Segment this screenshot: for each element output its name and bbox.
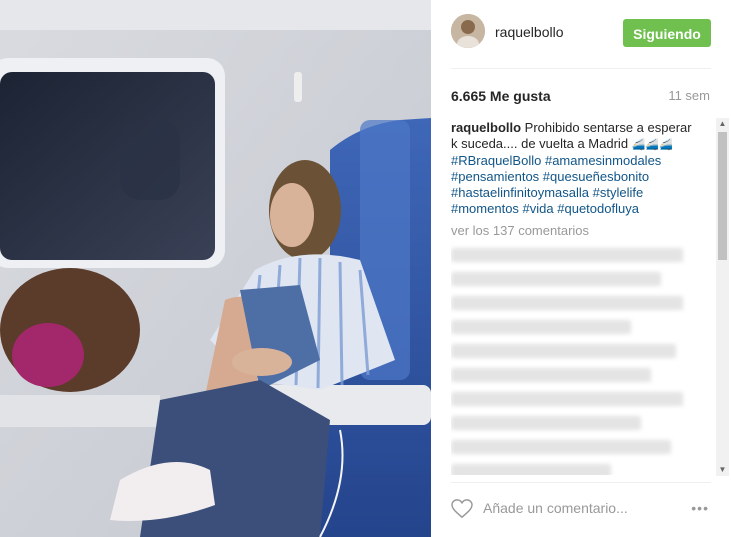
post-header: raquelbollo Siguiendo xyxy=(451,14,711,54)
hashtag[interactable]: #RBraquelBollo xyxy=(451,153,541,168)
heart-icon[interactable] xyxy=(451,499,473,519)
blurred-comment xyxy=(451,416,641,430)
post-photo[interactable] xyxy=(0,0,431,537)
blurred-comment xyxy=(451,464,611,475)
blurred-comment xyxy=(451,248,683,262)
hashtag[interactable]: #vida xyxy=(523,201,554,216)
blurred-comment xyxy=(451,392,683,406)
blurred-comment xyxy=(451,368,651,382)
hashtag[interactable]: #stylelife xyxy=(593,185,644,200)
caption-emoji: 🚄🚄🚄 xyxy=(631,139,673,151)
blurred-comment xyxy=(451,272,661,286)
likes-count[interactable]: 6.665 Me gusta xyxy=(451,88,551,104)
comments-list: raquelbollo Prohibido sentarse a esperar… xyxy=(451,120,717,475)
hashtag[interactable]: #amamesinmodales xyxy=(545,153,661,168)
scroll-up-arrow-icon[interactable]: ▲ xyxy=(716,118,729,130)
blurred-comment xyxy=(451,320,631,334)
blurred-comment xyxy=(451,440,671,454)
comment-input[interactable]: Añade un comentario... xyxy=(483,500,628,516)
divider xyxy=(451,68,711,69)
caption: raquelbollo Prohibido sentarse a esperar… xyxy=(451,120,701,217)
hashtag[interactable]: #quetodofluya xyxy=(557,201,639,216)
username[interactable]: raquelbollo xyxy=(495,24,564,40)
scroll-down-arrow-icon[interactable]: ▼ xyxy=(716,464,729,476)
hashtag[interactable]: #momentos xyxy=(451,201,519,216)
hashtag[interactable]: #quesueñesbonito xyxy=(543,169,649,184)
avatar[interactable] xyxy=(451,14,485,48)
following-button[interactable]: Siguiendo xyxy=(623,19,711,47)
comments-scrollbar[interactable]: ▲ ▼ xyxy=(716,118,729,476)
hashtag[interactable]: #pensamientos xyxy=(451,169,539,184)
blurred-comment xyxy=(451,296,683,310)
blurred-comment xyxy=(451,344,676,358)
add-comment-bar: Añade un comentario... ••• xyxy=(451,497,711,523)
view-all-comments-link[interactable]: ver los 137 comentarios xyxy=(451,223,717,238)
more-options-icon[interactable]: ••• xyxy=(691,500,709,516)
caption-username[interactable]: raquelbollo xyxy=(451,120,521,135)
hashtag[interactable]: #hastaelinfinitoymasalla xyxy=(451,185,589,200)
scroll-thumb[interactable] xyxy=(718,132,727,260)
divider xyxy=(451,482,711,483)
post-sidebar: raquelbollo Siguiendo 6.665 Me gusta 11 … xyxy=(431,0,731,537)
post-time[interactable]: 11 sem xyxy=(668,88,710,103)
